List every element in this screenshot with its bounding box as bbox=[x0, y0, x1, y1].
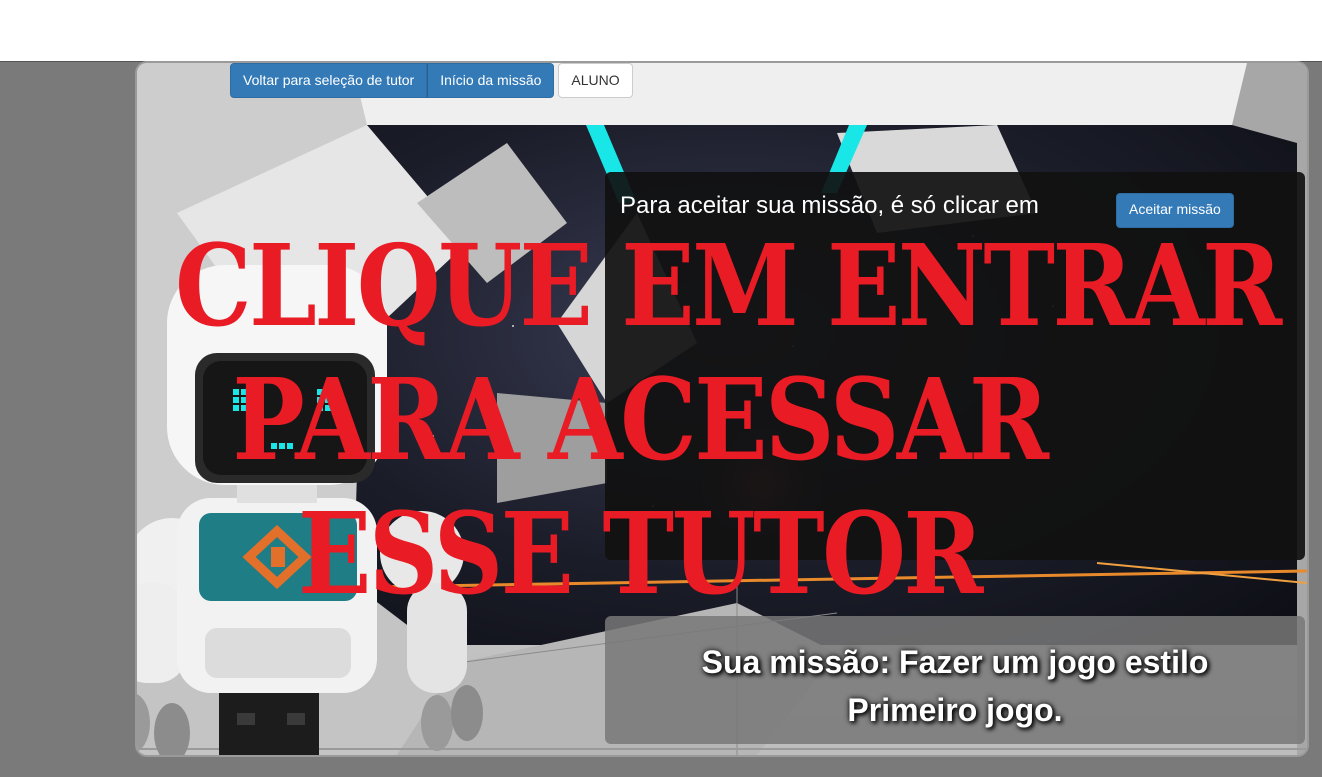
mission-line-1: Sua missão: Fazer um jogo estilo bbox=[701, 644, 1209, 680]
robot-tutor-illustration bbox=[137, 265, 483, 755]
back-to-tutor-selection-button[interactable]: Voltar para seleção de tutor bbox=[230, 63, 428, 98]
navigation-toolbar: Voltar para seleção de tutor Início da m… bbox=[230, 63, 633, 98]
mission-line-2: Primeiro jogo. bbox=[847, 692, 1063, 728]
robot-mouth bbox=[271, 443, 293, 449]
accept-mission-button[interactable]: Aceitar missão bbox=[1116, 193, 1234, 228]
top-blank-area bbox=[0, 0, 1322, 61]
student-role-button[interactable]: ALUNO bbox=[558, 63, 633, 98]
mission-start-button[interactable]: Início da missão bbox=[427, 63, 555, 98]
accept-mission-panel: Para aceitar sua missão, é só clicar em … bbox=[605, 172, 1305, 560]
mission-description-panel: Sua missão: Fazer um jogo estilo Primeir… bbox=[605, 616, 1305, 744]
accept-mission-text: Para aceitar sua missão, é só clicar em bbox=[620, 192, 1039, 219]
mission-description: Sua missão: Fazer um jogo estilo Primeir… bbox=[605, 638, 1305, 734]
